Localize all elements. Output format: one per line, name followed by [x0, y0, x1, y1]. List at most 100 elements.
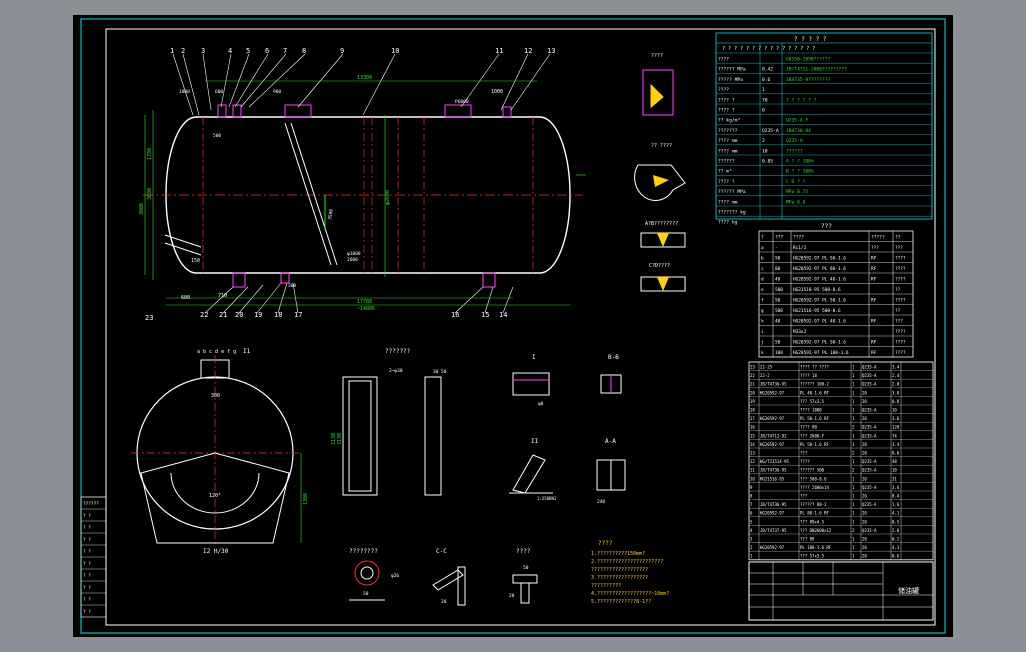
- dim-sub-c: 600: [215, 89, 223, 95]
- callout-9: 9: [340, 47, 344, 55]
- parts-row-cell: 20: [862, 554, 867, 559]
- parts-row-cell: 1: [852, 545, 855, 550]
- section-dim-1: 1300: [303, 493, 309, 505]
- spec-table: ? ? ? ? ? ? ? ? ? ? ? ? ? ? ? ? ? ? ? ? ?…: [715, 32, 933, 226]
- bracket-title: ????: [516, 548, 531, 555]
- spec-row-value: 0.85: [762, 159, 773, 165]
- title-block: 储油罐: [748, 561, 934, 621]
- parts-row-cell: Q235-A: [862, 425, 877, 430]
- callout-2: 2: [181, 47, 185, 55]
- parts-row-cell: 74: [892, 433, 897, 438]
- nozzle-row-cell: ???: [895, 319, 903, 325]
- nozzle-row-cell: RF: [871, 298, 877, 304]
- flange-inner: [360, 566, 374, 580]
- parts-row-cell: 2.0: [892, 528, 900, 533]
- parts-row-cell: 31: [892, 476, 897, 481]
- manhole-right: [444, 104, 472, 118]
- parts-row-cell: 23: [750, 365, 755, 370]
- flange-dim-1: φ26: [391, 573, 399, 579]
- section-bottom-label: I2 H/30: [203, 548, 229, 555]
- detail-A-dim: 240: [597, 499, 605, 505]
- dim-shell-length: ~14806: [357, 306, 375, 312]
- parts-row-cell: 1: [852, 442, 855, 447]
- parts-row-cell: ????: [800, 459, 810, 464]
- spec-row-standard: B ? ? 100%: [786, 169, 814, 175]
- callout-5: 5: [246, 47, 250, 55]
- callout-6: 6: [265, 47, 269, 55]
- title-block-name: 储油罐: [898, 586, 919, 595]
- dim-ladder-c: 3500: [327, 208, 335, 220]
- parts-row-cell: HG/T21514-95: [760, 459, 789, 464]
- spec-row-label: ???? ?: [718, 179, 735, 185]
- drawing-canvas[interactable]: 1 2 3 4 5 6 7 8 9 10 11 12 13 22 21 20 1…: [73, 15, 953, 637]
- parts-row-cell: ???: [800, 451, 808, 456]
- parts-row-cell: ???? 2600x14: [800, 485, 829, 490]
- drain-nozzle: [280, 272, 290, 284]
- callout-1: 1: [170, 47, 174, 55]
- parts-row-cell: 17: [750, 416, 755, 421]
- spec-row-label: ?? kg/m³: [718, 118, 740, 124]
- callout-14: 14: [499, 311, 507, 319]
- parts-row-cell: 0.2: [892, 537, 900, 542]
- parts-row-cell: 1: [852, 485, 855, 490]
- spec-table-header: ? ? ? ? ? ? ? ? ? ? ? ? ? ? ? ?: [722, 46, 815, 52]
- left-strip-cell: ? ?: [83, 585, 91, 591]
- nozzle-row-cell: HG21516-95 500-0.6: [793, 308, 841, 314]
- nozzle-row-cell: 50: [775, 256, 781, 262]
- parts-row-cell: 1: [852, 390, 855, 395]
- nozzle-row-cell: i: [761, 329, 764, 335]
- dim-saddle-b: 600: [181, 295, 190, 301]
- parts-row-cell: 21: [750, 382, 755, 387]
- section-width: 300: [211, 393, 220, 399]
- cc-body: [432, 566, 466, 606]
- parts-row-cell: 16: [750, 425, 755, 430]
- dim-diameter: φ2600: [385, 190, 391, 205]
- detail-I-body: [512, 372, 550, 396]
- nozzle-row-cell: ????: [895, 266, 906, 272]
- parts-row-cell: 0.8: [892, 399, 900, 404]
- nozzle-row-cell: 80: [775, 266, 781, 272]
- spec-row-value: 10: [762, 148, 768, 154]
- parts-row-cell: 1: [852, 502, 855, 507]
- parts-row-cell: 18: [750, 408, 755, 413]
- nozzle-row-cell: HG20592-97 PL 100-1.6: [793, 350, 849, 356]
- parts-row-cell: PL 40-1.6 RF: [800, 390, 829, 395]
- parts-row-cell: ???: [800, 494, 808, 499]
- nozzle-row-cell: ??: [895, 287, 901, 293]
- bracket-body-2: [520, 582, 530, 604]
- parts-row-cell: 1: [852, 519, 855, 524]
- saddle-right: [482, 272, 496, 288]
- nozzle-row-cell: h: [761, 319, 764, 325]
- parts-row-cell: ??? 57x3.5: [800, 399, 825, 404]
- spec-row-value: 0.6: [762, 77, 771, 83]
- parts-row-cell: ??? DN2600x12: [800, 528, 832, 533]
- cc-dim-1: 20: [441, 599, 447, 605]
- nozzle-row-cell: 40: [775, 277, 781, 283]
- spec-row-standard: Q235-A: [786, 138, 803, 144]
- nozzle-row-cell: a: [761, 246, 764, 251]
- nozzle-row-cell: 40: [775, 319, 781, 325]
- spec-row-label: ?????? MPa: [718, 67, 746, 73]
- callout-10: 10: [391, 47, 399, 55]
- top-leaders: [172, 53, 551, 116]
- spec-row-label: ?????? MPa: [718, 189, 746, 195]
- spec-row-standard: JB4735-97???????: [786, 77, 830, 83]
- left-strip-cell: ? ?: [83, 597, 91, 603]
- nozzle-row-cell: j: [761, 340, 764, 346]
- parts-row-cell: 1: [852, 382, 855, 387]
- dim-ladder-b: 2600: [347, 257, 358, 263]
- nozzle-row-cell: 100: [775, 350, 783, 356]
- parts-row-cell: 3.4: [892, 442, 900, 447]
- note-line-3: ???????????????????: [591, 567, 648, 573]
- dim-offset: 150: [191, 258, 200, 264]
- spec-row-label: ???? mm: [718, 148, 738, 154]
- parts-row-cell: 15: [750, 433, 755, 438]
- callout-8: 8: [302, 47, 306, 55]
- plate-body-2: [348, 380, 372, 492]
- parts-row-cell: Q235-A: [862, 373, 877, 378]
- note-line-2: 2.??????????????????????: [591, 559, 663, 565]
- parts-row-cell: 20: [862, 537, 867, 542]
- nozzle-row-cell: RF: [871, 319, 877, 325]
- parts-row-cell: HG20592-97: [760, 390, 785, 395]
- nozzle-row-cell: HG20592-97 PL 40-1.6: [793, 319, 846, 325]
